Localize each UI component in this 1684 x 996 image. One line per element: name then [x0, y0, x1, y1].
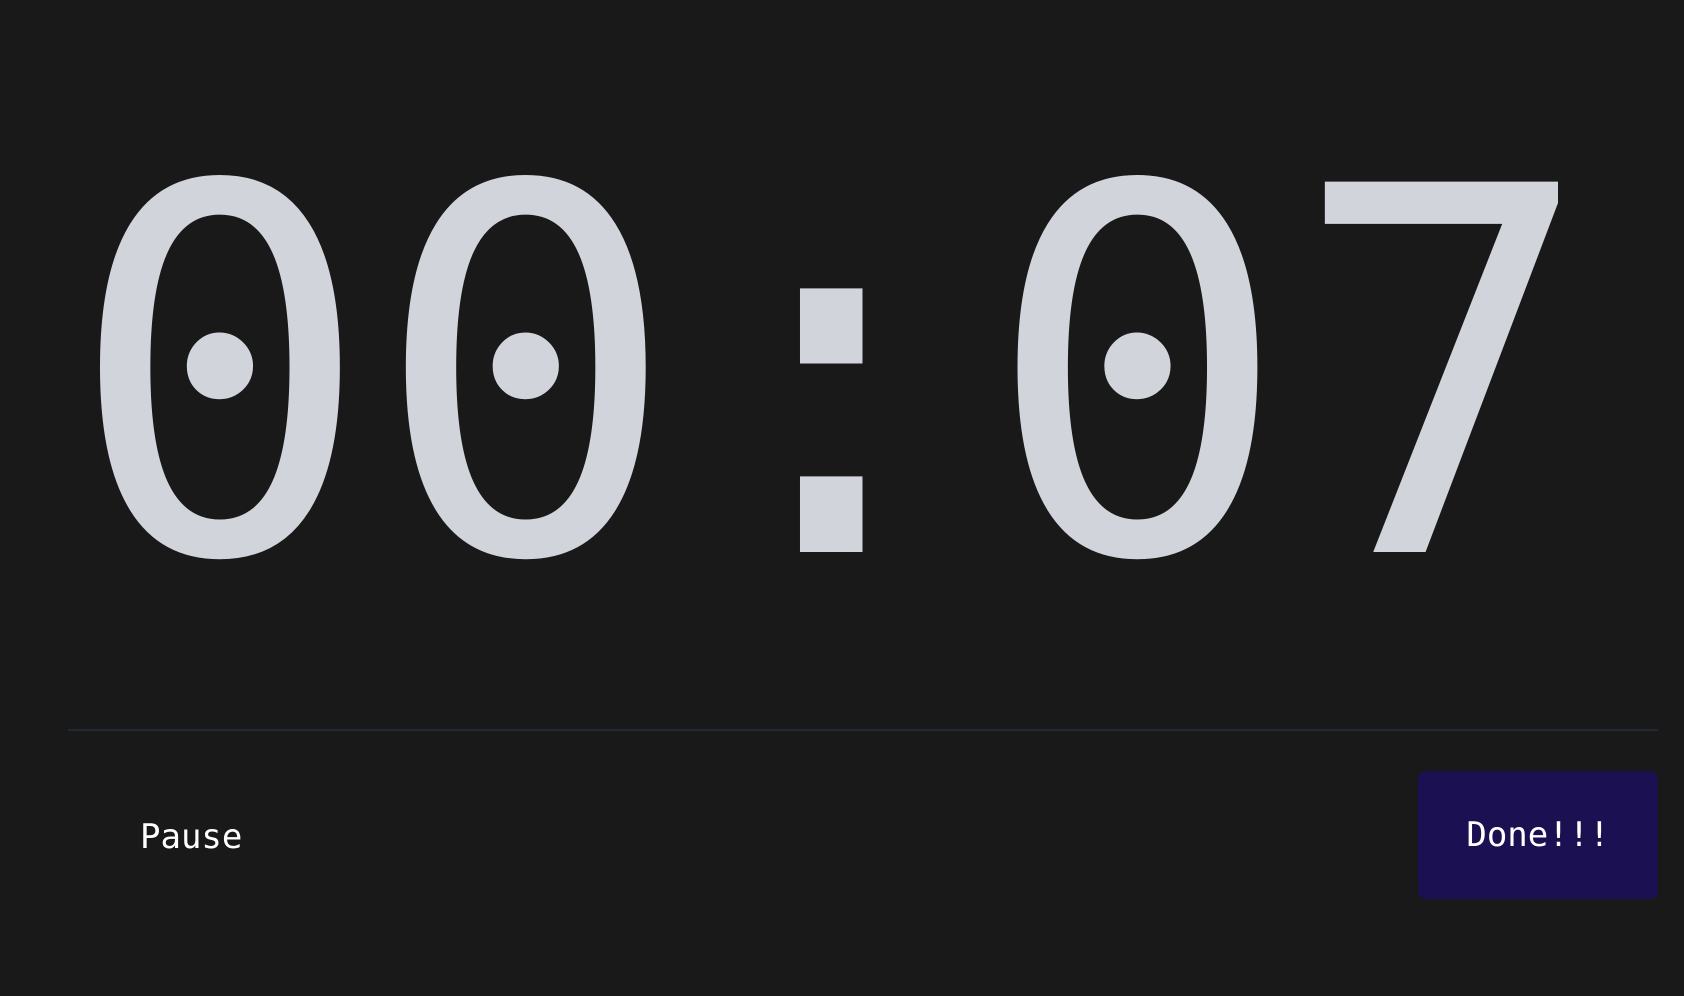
pause-button[interactable]: Pause — [110, 805, 272, 869]
done-button[interactable]: Done!!! — [1418, 771, 1658, 899]
divider — [68, 729, 1658, 731]
timer-display: 00:07 — [67, 80, 1597, 672]
